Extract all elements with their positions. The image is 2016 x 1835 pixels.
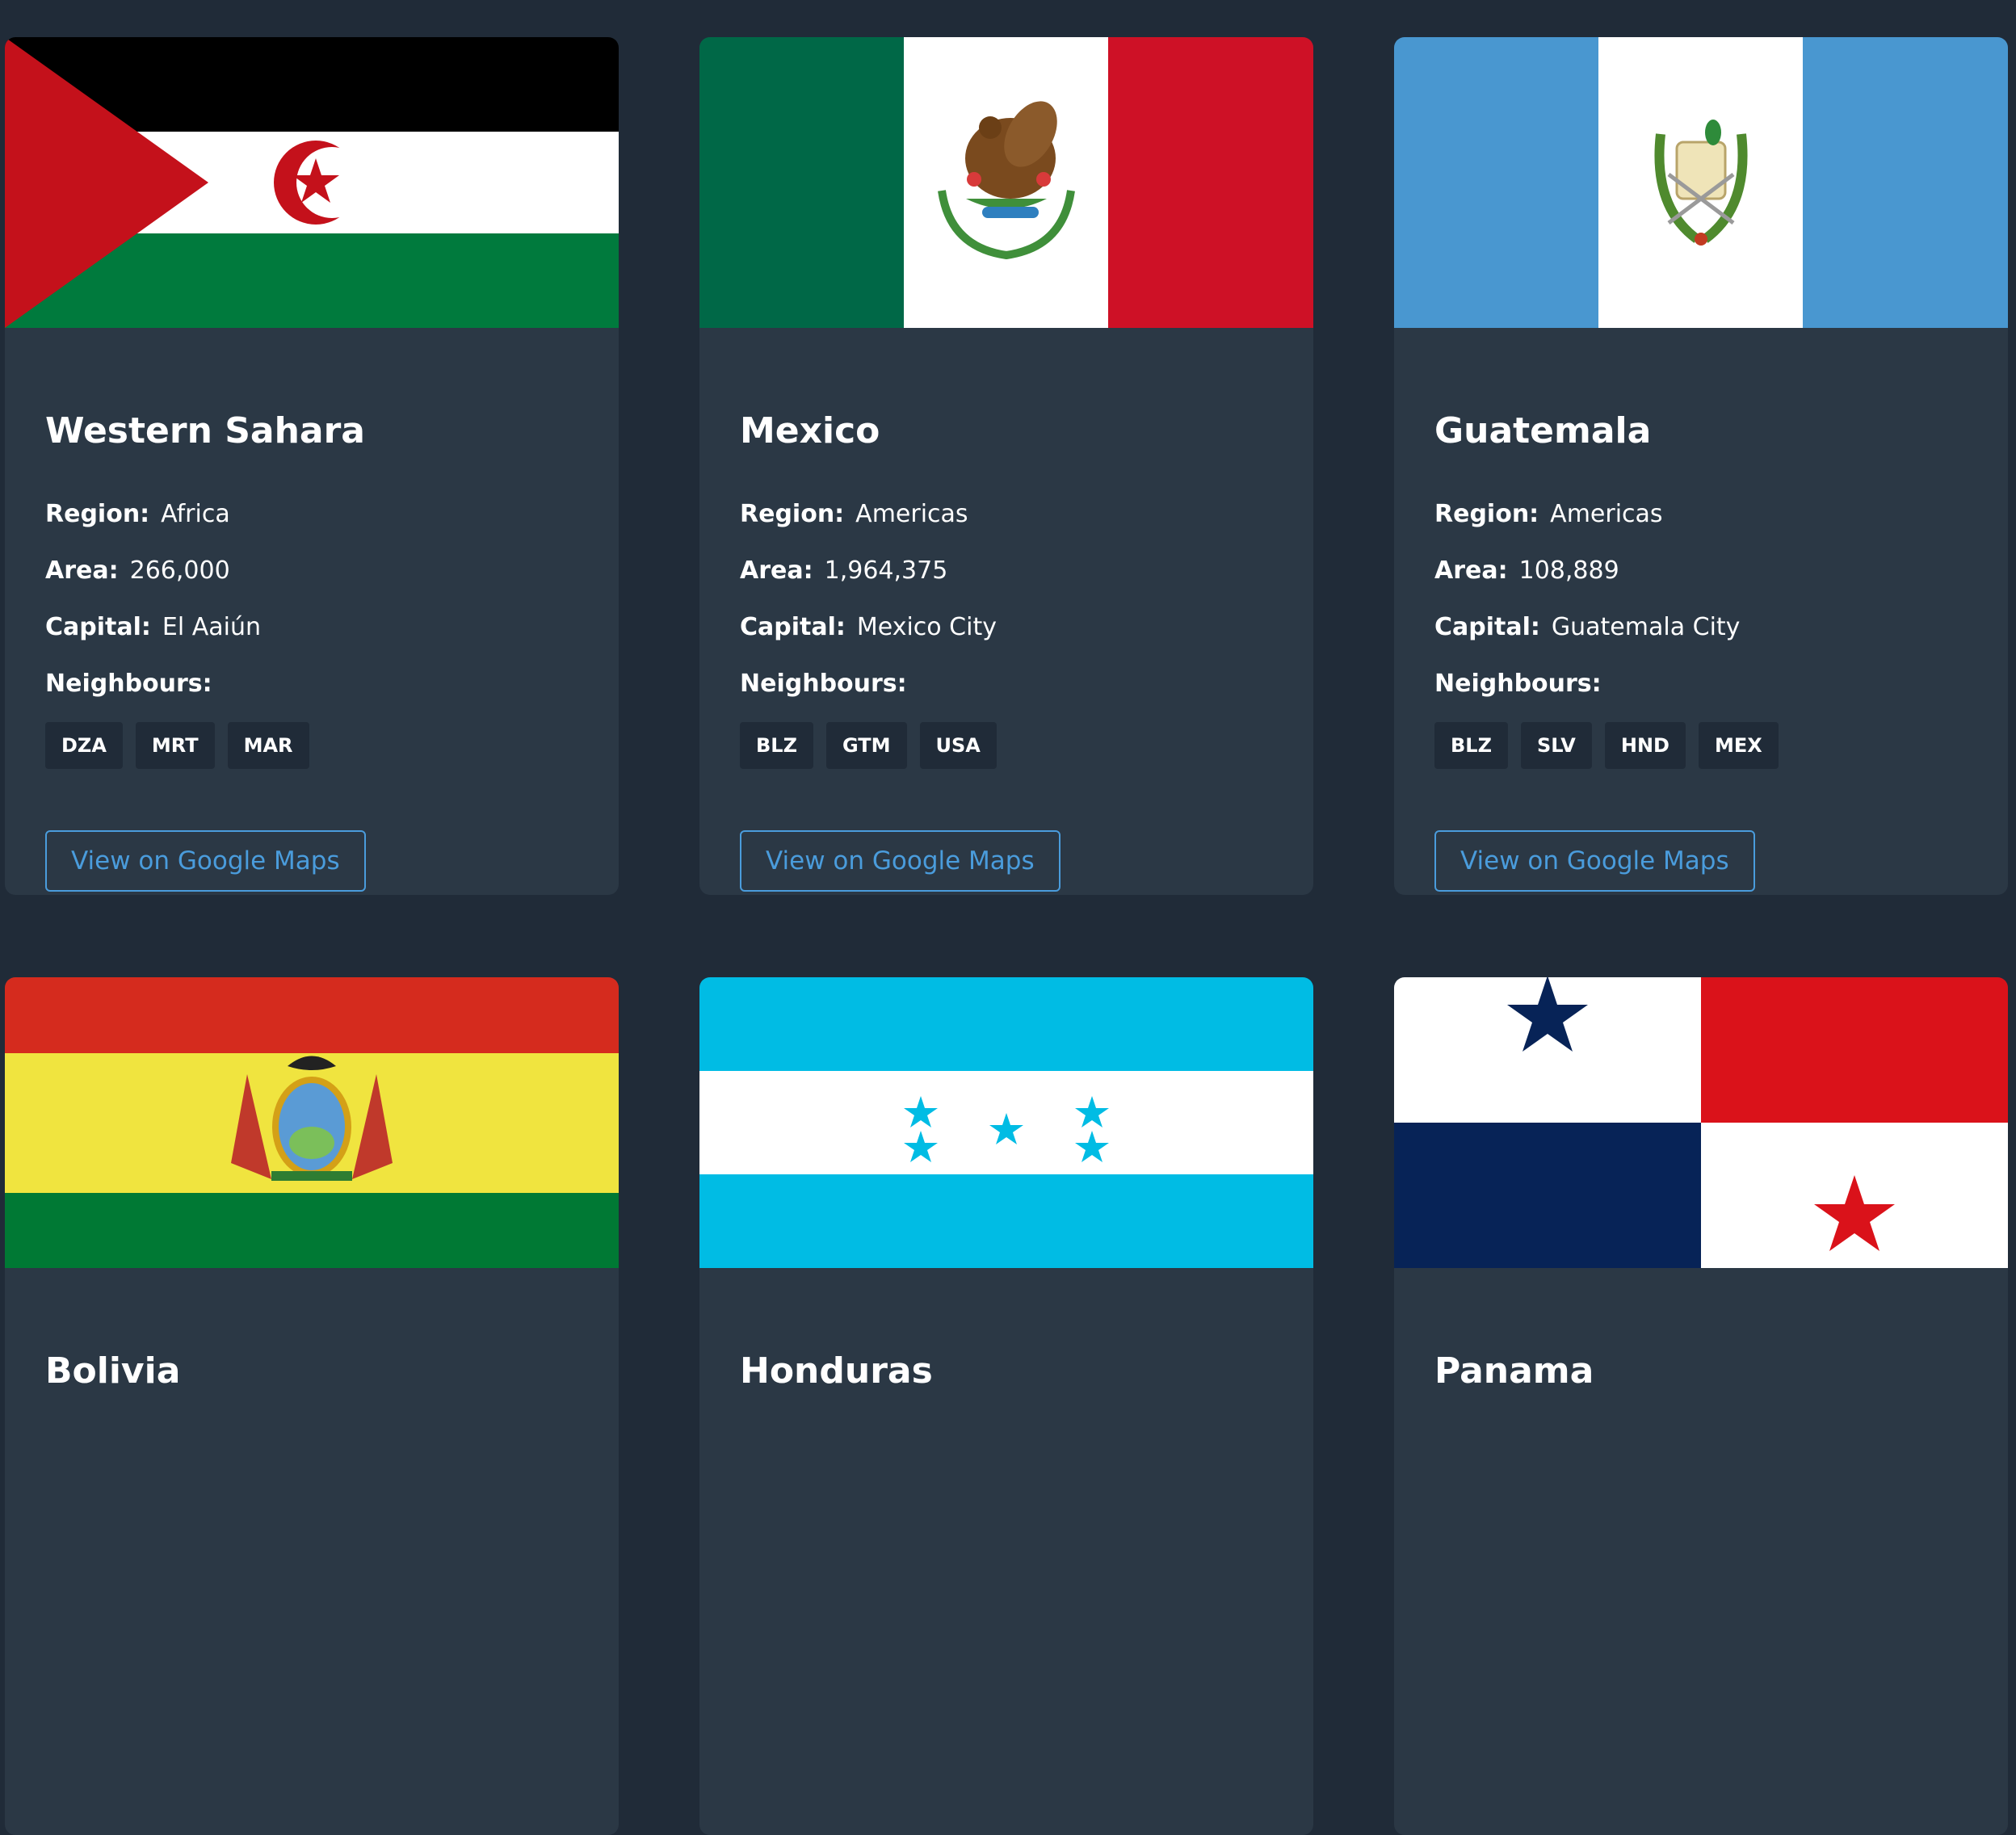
- neighbour-chip[interactable]: USA: [919, 722, 997, 769]
- view-on-google-maps-button[interactable]: View on Google Maps: [45, 830, 366, 892]
- area-label: Area:: [740, 556, 813, 585]
- neighbour-chip[interactable]: DZA: [45, 722, 123, 769]
- capital-value: Mexico City: [856, 613, 997, 641]
- guatemala-flag: [1394, 37, 2008, 328]
- panama-flag: [1394, 977, 2008, 1268]
- bolivia-flag: [5, 977, 619, 1268]
- country-card-bolivia: Bolivia: [5, 977, 619, 1835]
- area-value: 108,889: [1518, 556, 1619, 585]
- region-row: Region: Africa: [45, 502, 230, 527]
- neighbours-row: Neighbours:: [740, 672, 907, 696]
- capital-row: Capital: Guatemala City: [1434, 615, 1740, 640]
- neighbour-chips: DZA MRT MAR: [45, 722, 309, 769]
- neighbour-chip[interactable]: SLV: [1521, 722, 1592, 769]
- mexico-flag: [699, 37, 1313, 328]
- region-label: Region:: [45, 500, 150, 528]
- neighbour-chips: BLZ SLV HND MEX: [1434, 722, 1779, 769]
- area-value: 1,964,375: [824, 556, 948, 585]
- capital-label: Capital:: [740, 613, 846, 641]
- capital-value: Guatemala City: [1551, 613, 1741, 641]
- country-grid: Western Sahara Region: Africa Area: 266,00…: [0, 0, 2016, 1835]
- neighbour-chip[interactable]: MAR: [227, 722, 309, 769]
- region-row: Region: Americas: [740, 502, 968, 527]
- capital-row: Capital: El Aaiún: [45, 615, 261, 640]
- capital-value: El Aaiún: [162, 613, 261, 641]
- western-sahara-flag: [5, 37, 619, 328]
- view-on-google-maps-button[interactable]: View on Google Maps: [740, 830, 1060, 892]
- area-row: Area: 1,964,375: [740, 559, 947, 583]
- country-name: Bolivia: [45, 1350, 181, 1392]
- country-card-honduras: Honduras: [699, 977, 1313, 1835]
- neighbours-label: Neighbours:: [45, 670, 212, 698]
- neighbours-row: Neighbours:: [1434, 672, 1602, 696]
- region-value: Americas: [855, 500, 968, 528]
- neighbours-label: Neighbours:: [740, 670, 907, 698]
- region-label: Region:: [740, 500, 845, 528]
- neighbour-chip[interactable]: GTM: [826, 722, 907, 769]
- neighbour-chip[interactable]: BLZ: [1434, 722, 1508, 769]
- capital-label: Capital:: [45, 613, 151, 641]
- country-card-guatemala: Guatemala Region: Americas Area: 108,889 C…: [1394, 37, 2008, 895]
- neighbour-chip[interactable]: BLZ: [740, 722, 813, 769]
- country-name: Mexico: [740, 410, 880, 451]
- neighbour-chip[interactable]: MRT: [135, 722, 215, 769]
- country-name: Guatemala: [1434, 410, 1652, 451]
- neighbours-label: Neighbours:: [1434, 670, 1602, 698]
- country-name: Western Sahara: [45, 410, 365, 451]
- area-label: Area:: [1434, 556, 1508, 585]
- country-card-mexico: Mexico Region: Americas Area: 1,964,375 Ca…: [699, 37, 1313, 895]
- neighbour-chips: BLZ GTM USA: [740, 722, 997, 769]
- neighbours-row: Neighbours:: [45, 672, 212, 696]
- area-row: Area: 108,889: [1434, 559, 1619, 583]
- region-label: Region:: [1434, 500, 1539, 528]
- area-row: Area: 266,000: [45, 559, 230, 583]
- region-value: Africa: [161, 500, 230, 528]
- country-card-western-sahara: Western Sahara Region: Africa Area: 266,00…: [5, 37, 619, 895]
- region-value: Americas: [1550, 500, 1663, 528]
- honduras-flag: [699, 977, 1313, 1268]
- area-value: 266,000: [129, 556, 230, 585]
- capital-label: Capital:: [1434, 613, 1540, 641]
- region-row: Region: Americas: [1434, 502, 1663, 527]
- area-label: Area:: [45, 556, 119, 585]
- capital-row: Capital: Mexico City: [740, 615, 997, 640]
- country-card-panama: Panama: [1394, 977, 2008, 1835]
- view-on-google-maps-button[interactable]: View on Google Maps: [1434, 830, 1755, 892]
- country-name: Honduras: [740, 1350, 933, 1392]
- neighbour-chip[interactable]: MEX: [1698, 722, 1779, 769]
- neighbour-chip[interactable]: HND: [1604, 722, 1686, 769]
- country-name: Panama: [1434, 1350, 1594, 1392]
